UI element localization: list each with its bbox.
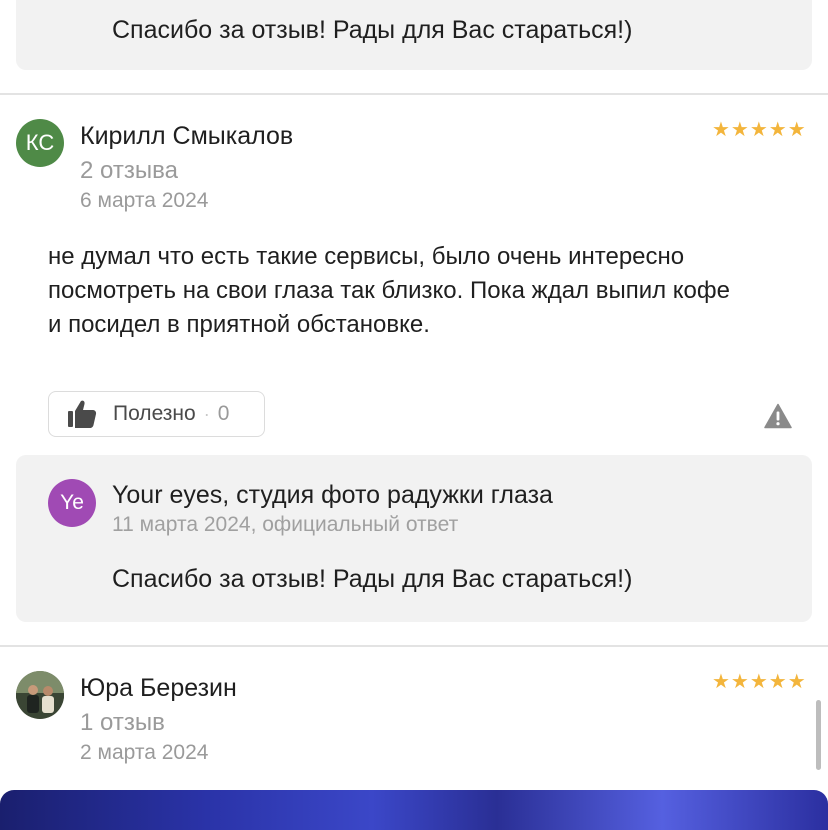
review-divider	[0, 645, 828, 647]
reply-text: Спасибо за отзыв! Рады для Вас стараться…	[112, 565, 633, 593]
official-reply-box: Ye Your eyes, студия фото радужки глаза …	[16, 455, 812, 622]
previous-reply-box: Спасибо за отзыв! Рады для Вас стараться…	[16, 0, 812, 70]
rating-stars: ★★★★★	[712, 119, 807, 141]
previous-reply-text: Спасибо за отзыв! Рады для Вас стараться…	[112, 16, 633, 44]
rating-stars: ★★★★★	[712, 671, 807, 693]
useful-count: 0	[217, 402, 230, 425]
useful-label: Полезно	[113, 402, 196, 425]
avatar-photo-image	[16, 671, 64, 719]
author-reviews-count: 2 отзыва	[80, 157, 178, 184]
author-avatar-photo[interactable]	[16, 671, 64, 719]
useful-separator: ·	[203, 403, 210, 424]
author-avatar[interactable]: КС	[16, 119, 64, 167]
author-name[interactable]: Кирилл Смыкалов	[80, 122, 293, 151]
review-date: 6 марта 2024	[80, 189, 209, 212]
thumbs-up-icon	[68, 400, 97, 428]
reply-meta: 11 марта 2024, официальный ответ	[112, 513, 459, 536]
warning-icon[interactable]	[764, 403, 792, 429]
review-divider	[0, 93, 828, 95]
scrollbar-thumb[interactable]	[816, 700, 821, 770]
useful-button[interactable]: Полезно · 0	[48, 391, 265, 437]
org-name[interactable]: Your eyes, студия фото радужки глаза	[112, 481, 553, 510]
avatar-initials: КС	[25, 130, 55, 155]
review-text: не думал что есть такие сервисы, было оч…	[48, 243, 730, 338]
author-reviews-count: 1 отзыв	[80, 709, 165, 736]
author-name[interactable]: Юра Березин	[80, 674, 237, 703]
org-avatar[interactable]: Ye	[48, 479, 96, 527]
review-date: 2 марта 2024	[80, 741, 209, 764]
org-avatar-initials: Ye	[60, 491, 84, 514]
review-photo[interactable]	[0, 790, 828, 830]
